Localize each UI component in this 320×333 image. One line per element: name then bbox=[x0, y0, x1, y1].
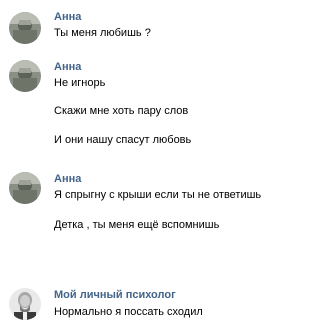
chat-history: Анна Ты меня любишь ? Анна Не игнорь Ска… bbox=[0, 0, 320, 333]
user-photo-icon[interactable] bbox=[9, 172, 41, 204]
message-text: Не игнорь bbox=[54, 77, 106, 89]
message-text: Нормально я поссать сходил bbox=[54, 306, 203, 318]
message-text: Ты меня любишь ? bbox=[54, 27, 151, 39]
sender-name[interactable]: Анна bbox=[54, 172, 312, 186]
message-text: Детка , ты меня ещё вспомнишь bbox=[54, 219, 220, 231]
sender-name[interactable]: Мой личный психолог bbox=[54, 288, 312, 302]
message-text: И они нашу спасут любовь bbox=[54, 134, 192, 146]
sender-name[interactable]: Анна bbox=[54, 10, 312, 24]
message-text: Скажи мне хоть пару слов bbox=[54, 105, 189, 117]
user-photo-icon[interactable] bbox=[9, 12, 41, 44]
message-text: Я спрыгну с крыши если ты не ответишь bbox=[54, 189, 262, 201]
psychologist-portrait-icon[interactable] bbox=[9, 288, 41, 320]
user-photo-icon[interactable] bbox=[9, 60, 41, 92]
sender-name[interactable]: Анна bbox=[54, 60, 312, 74]
